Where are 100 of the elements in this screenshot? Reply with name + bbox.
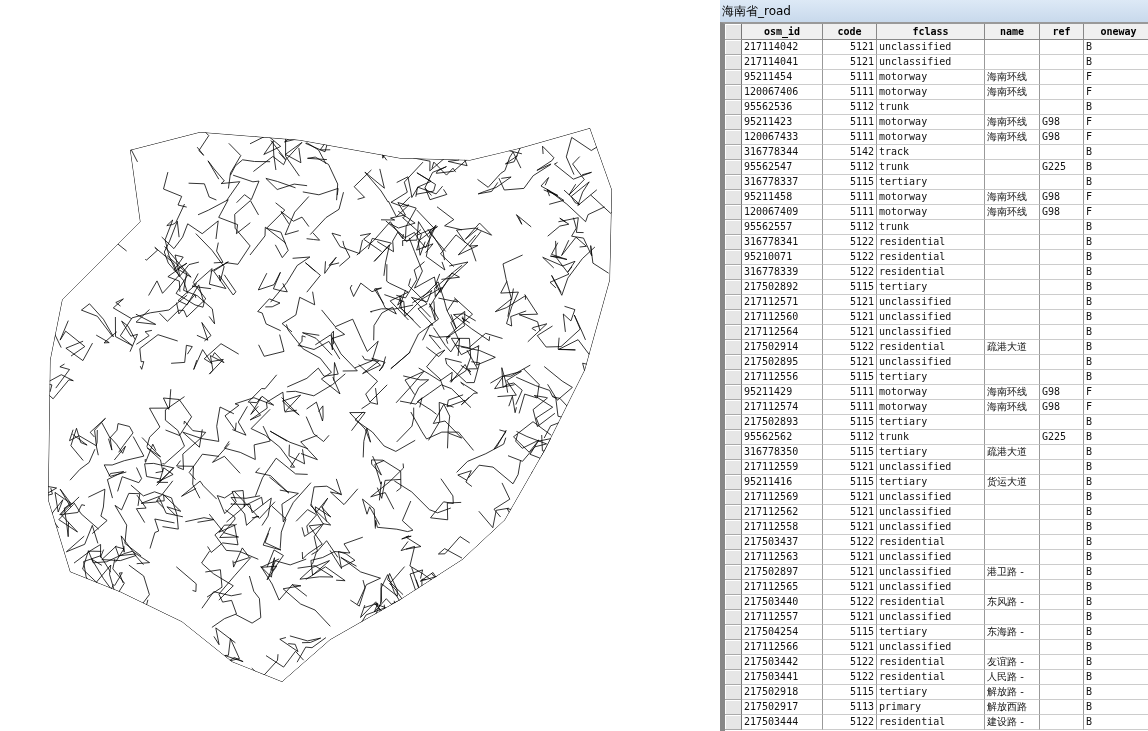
row-selector[interactable]	[725, 520, 742, 535]
row-selector[interactable]	[725, 355, 742, 370]
table-cell: 5112	[823, 220, 877, 235]
row-selector[interactable]	[725, 220, 742, 235]
row-selector[interactable]	[725, 490, 742, 505]
row-selector[interactable]	[725, 595, 742, 610]
row-selector[interactable]	[725, 580, 742, 595]
corner-header	[725, 24, 742, 40]
table-cell: 5111	[823, 205, 877, 220]
row-selector[interactable]	[725, 145, 742, 160]
table-cell: 217112562	[742, 505, 823, 520]
table-cell: 5115	[823, 445, 877, 460]
column-header[interactable]: name	[985, 24, 1040, 40]
column-header[interactable]: osm_id	[742, 24, 823, 40]
table-cell: unclassified	[877, 355, 985, 370]
table-cell: 217112559	[742, 460, 823, 475]
column-header[interactable]: oneway	[1084, 24, 1148, 40]
row-selector[interactable]	[725, 130, 742, 145]
table-cell: 5111	[823, 85, 877, 100]
row-selector[interactable]	[725, 625, 742, 640]
table-cell: tertiary	[877, 625, 985, 640]
table-cell	[985, 145, 1040, 160]
table-cell: 95562547	[742, 160, 823, 175]
row-selector[interactable]	[725, 175, 742, 190]
row-selector[interactable]	[725, 670, 742, 685]
table-cell	[1040, 55, 1084, 70]
table-cell: B	[1084, 250, 1148, 265]
table-cell: 316778337	[742, 175, 823, 190]
row-selector[interactable]	[725, 505, 742, 520]
table-cell: B	[1084, 265, 1148, 280]
table-cell: 5121	[823, 325, 877, 340]
table-cell: 217503442	[742, 655, 823, 670]
table-cell	[1040, 100, 1084, 115]
table-cell: 217503440	[742, 595, 823, 610]
table-cell: 217112571	[742, 295, 823, 310]
table-cell: 95562557	[742, 220, 823, 235]
table-cell: B	[1084, 235, 1148, 250]
row-selector[interactable]	[725, 610, 742, 625]
row-selector[interactable]	[725, 160, 742, 175]
table-cell	[985, 40, 1040, 55]
table-cell: 5112	[823, 100, 877, 115]
table-cell: 5122	[823, 655, 877, 670]
row-selector[interactable]	[725, 265, 742, 280]
row-selector[interactable]	[725, 475, 742, 490]
row-selector[interactable]	[725, 445, 742, 460]
row-selector[interactable]	[725, 235, 742, 250]
table-cell: 海南环线	[985, 70, 1040, 85]
table-cell	[1040, 175, 1084, 190]
row-selector[interactable]	[725, 40, 742, 55]
row-selector[interactable]	[725, 340, 742, 355]
table-cell: 5111	[823, 400, 877, 415]
row-selector[interactable]	[725, 370, 742, 385]
column-header[interactable]: ref	[1040, 24, 1084, 40]
table-cell: unclassified	[877, 310, 985, 325]
row-selector[interactable]	[725, 295, 742, 310]
row-selector[interactable]	[725, 460, 742, 475]
column-header[interactable]: code	[823, 24, 877, 40]
row-selector[interactable]	[725, 565, 742, 580]
table-cell	[1040, 565, 1084, 580]
row-selector[interactable]	[725, 415, 742, 430]
table-cell: 95562536	[742, 100, 823, 115]
row-selector[interactable]	[725, 655, 742, 670]
row-selector[interactable]	[725, 715, 742, 730]
table-cell: unclassified	[877, 580, 985, 595]
table-cell	[1040, 475, 1084, 490]
row-selector[interactable]	[725, 250, 742, 265]
table-cell: B	[1084, 580, 1148, 595]
row-selector[interactable]	[725, 325, 742, 340]
row-selector[interactable]	[725, 310, 742, 325]
row-selector[interactable]	[725, 385, 742, 400]
row-selector[interactable]	[725, 190, 742, 205]
row-selector[interactable]	[725, 205, 742, 220]
row-selector[interactable]	[725, 685, 742, 700]
table-cell	[985, 55, 1040, 70]
row-selector[interactable]	[725, 400, 742, 415]
row-selector[interactable]	[725, 535, 742, 550]
table-cell	[985, 175, 1040, 190]
column-header[interactable]: fclass	[877, 24, 985, 40]
row-selector[interactable]	[725, 115, 742, 130]
row-selector[interactable]	[725, 55, 742, 70]
table-cell: unclassified	[877, 325, 985, 340]
row-selector[interactable]	[725, 700, 742, 715]
table-cell: 217502893	[742, 415, 823, 430]
table-cell: B	[1084, 505, 1148, 520]
row-selector[interactable]	[725, 280, 742, 295]
row-selector[interactable]	[725, 550, 742, 565]
table-cell: 217112557	[742, 610, 823, 625]
row-selector[interactable]	[725, 640, 742, 655]
table-cell: residential	[877, 250, 985, 265]
row-selector[interactable]	[725, 85, 742, 100]
table-cell: 217502918	[742, 685, 823, 700]
table-cell	[985, 160, 1040, 175]
table-cell: 95211454	[742, 70, 823, 85]
table-cell	[985, 505, 1040, 520]
row-selector[interactable]	[725, 100, 742, 115]
row-selector[interactable]	[725, 70, 742, 85]
table-cell: unclassified	[877, 565, 985, 580]
table-cell: G225	[1040, 430, 1084, 445]
table-cell: 217503437	[742, 535, 823, 550]
row-selector[interactable]	[725, 430, 742, 445]
